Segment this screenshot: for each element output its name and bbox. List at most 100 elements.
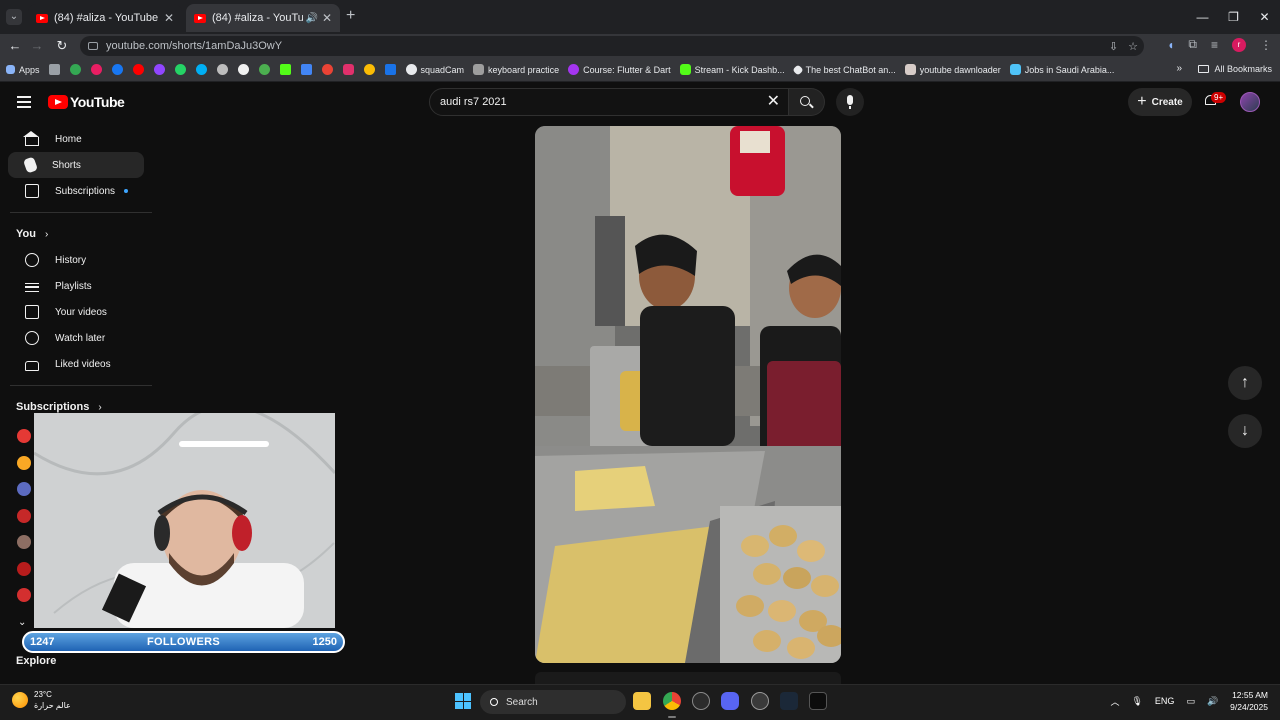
bookmark-keyboard-practice[interactable]: keyboard practice — [473, 64, 559, 75]
subscription-channel-avatar[interactable] — [17, 588, 31, 602]
shorts-video-player[interactable] — [535, 126, 841, 663]
taskbar-search-box[interactable]: Search — [480, 690, 626, 714]
kick-icon[interactable] — [279, 64, 291, 75]
all-bookmarks-button[interactable]: All Bookmarks — [1198, 64, 1272, 74]
restore-icon[interactable]: ❐ — [1218, 0, 1249, 34]
network-icon[interactable]: ▭ — [1186, 696, 1195, 707]
sidebar-item-liked-videos[interactable]: Liked videos — [8, 351, 144, 377]
bookmark-kick-dashboard[interactable]: Stream - Kick Dashb... — [679, 64, 785, 75]
steam-icon[interactable] — [780, 692, 798, 710]
bookmark-icon[interactable] — [153, 64, 165, 75]
chrome-icon[interactable] — [663, 692, 681, 710]
followers-goal-count: 1250 — [312, 636, 337, 648]
subscription-channel-avatar[interactable] — [17, 455, 31, 470]
back-arrow-icon[interactable]: ← — [6, 37, 24, 55]
facebook-icon[interactable] — [111, 64, 123, 75]
youtube-icon[interactable] — [132, 64, 144, 75]
sidebar-item-your-videos[interactable]: Your videos — [8, 299, 144, 325]
file-explorer-icon[interactable] — [633, 692, 651, 710]
bookmark-icon[interactable] — [195, 64, 207, 75]
bookmark-icon[interactable] — [363, 64, 375, 75]
sidebar-item-history[interactable]: History — [8, 247, 144, 273]
hamburger-menu-icon[interactable] — [17, 96, 31, 108]
sidebar-item-watch-later[interactable]: Watch later — [8, 325, 144, 351]
microphone-icon[interactable]: 🎙 — [1131, 696, 1142, 707]
bookmark-flutter-course[interactable]: Course: Flutter & Dart — [568, 64, 671, 75]
close-window-icon[interactable]: ✕ — [1249, 0, 1280, 34]
show-more-chevron-icon[interactable]: ⌄ — [18, 617, 26, 628]
bookmark-icon[interactable] — [321, 64, 333, 75]
subscription-channel-avatar[interactable] — [17, 508, 31, 523]
previous-short-arrow-up-icon[interactable]: ↑ — [1228, 366, 1262, 400]
account-avatar[interactable] — [1240, 92, 1260, 112]
search-input[interactable]: audi rs7 2021 ✕ — [429, 88, 789, 116]
sidebar-item-subscriptions[interactable]: Subscriptions — [8, 178, 144, 204]
clock[interactable]: 12:55 AM 9/24/2025 — [1230, 689, 1268, 713]
home-icon — [23, 131, 39, 146]
install-app-icon[interactable]: ⇩ — [1109, 40, 1118, 53]
next-short-arrow-down-icon[interactable]: ↓ — [1228, 414, 1262, 448]
search-button[interactable] — [789, 88, 825, 116]
obs-icon[interactable] — [751, 692, 769, 710]
bookmark-icon[interactable] — [384, 64, 396, 75]
shorts-icon — [22, 156, 39, 174]
grid-icon[interactable] — [48, 64, 60, 75]
bookmark-icon[interactable] — [90, 64, 102, 75]
sidebar-item-playlists[interactable]: Playlists — [8, 273, 144, 299]
windows-start-icon[interactable] — [455, 693, 471, 709]
profile-avatar[interactable]: r — [1232, 37, 1246, 52]
bookmark-chatbot[interactable]: The best ChatBot an... — [791, 63, 896, 76]
minimize-icon[interactable]: — — [1187, 0, 1218, 34]
language-indicator[interactable]: ENG — [1155, 696, 1175, 706]
bookmark-icon[interactable] — [300, 64, 312, 75]
bookmark-star-icon[interactable]: ☆ — [1128, 40, 1138, 53]
show-hidden-icons-chevron-icon[interactable]: ︿ — [1110, 695, 1119, 708]
tab-search-button[interactable]: ⌄ — [6, 9, 22, 25]
extensions-puzzle-icon[interactable]: ⧉ — [1188, 37, 1197, 52]
instagram-icon[interactable] — [342, 64, 354, 75]
bookmark-icon[interactable] — [258, 64, 270, 75]
browser-tab-1[interactable]: (84) #aliza - YouTube ✕ — [28, 4, 182, 32]
clock-time: 12:55 AM — [1232, 690, 1268, 700]
media-control-icon[interactable]: ≡ — [1211, 38, 1218, 52]
bookmark-squadcam[interactable]: squadCam — [405, 64, 464, 75]
speaker-icon[interactable]: 🔊 — [305, 13, 317, 24]
subscription-channel-avatar[interactable] — [17, 535, 31, 549]
whatsapp-icon[interactable] — [174, 64, 186, 75]
subscription-channel-avatar[interactable] — [17, 429, 31, 443]
bookmark-icon[interactable] — [69, 64, 81, 75]
more-menu-icon[interactable]: ⋮ — [1260, 38, 1272, 52]
bookmark-youtube-downloader[interactable]: youtube dawnloader — [904, 64, 1001, 75]
volume-icon[interactable]: 🔊 — [1207, 696, 1218, 707]
close-tab-icon[interactable]: ✕ — [322, 11, 332, 25]
github-icon[interactable] — [237, 64, 249, 75]
site-info-icon[interactable] — [88, 42, 98, 50]
voice-search-mic-icon[interactable] — [836, 88, 864, 116]
url-bar[interactable]: youtube.com/shorts/1amDaJu3OwY ⇩ ☆ — [80, 36, 1144, 56]
sidebar-item-shorts[interactable]: Shorts — [8, 152, 144, 178]
subscription-channel-avatar[interactable] — [17, 482, 31, 496]
close-tab-icon[interactable]: ✕ — [164, 11, 174, 25]
discord-icon[interactable] — [721, 692, 739, 710]
download-app-icon[interactable] — [692, 692, 710, 710]
terminal-icon[interactable] — [809, 692, 827, 710]
weather-widget[interactable]: 23°C عالم حرارة — [12, 689, 71, 711]
bookmark-jobs-saudi[interactable]: Jobs in Saudi Arabia... — [1009, 64, 1114, 75]
subscription-channel-avatar[interactable] — [17, 561, 31, 576]
you-section-heading[interactable]: You › — [0, 221, 152, 247]
youtube-logo[interactable]: YouTube — [48, 94, 125, 110]
forward-arrow-icon[interactable]: → — [28, 37, 46, 55]
sidebar-item-home[interactable]: Home — [8, 126, 144, 152]
reload-icon[interactable]: ↻ — [53, 37, 71, 55]
more-bookmarks-chevron-icon[interactable]: » — [1176, 63, 1182, 74]
clear-search-icon[interactable]: ✕ — [767, 93, 780, 111]
new-tab-button[interactable]: + — [346, 8, 355, 24]
browser-tab-2[interactable]: (84) #aliza - YouTube 🔊 ✕ — [186, 4, 340, 32]
extension-icon[interactable]: ◖ — [1167, 38, 1174, 52]
tab-title: (84) #aliza - YouTube — [212, 12, 304, 24]
bookmark-apps[interactable]: Apps — [6, 65, 40, 75]
bookmark-icon[interactable] — [216, 64, 228, 75]
search-icon — [800, 96, 810, 106]
youtube-logo-icon — [48, 95, 68, 109]
create-button[interactable]: + Create — [1128, 88, 1192, 116]
